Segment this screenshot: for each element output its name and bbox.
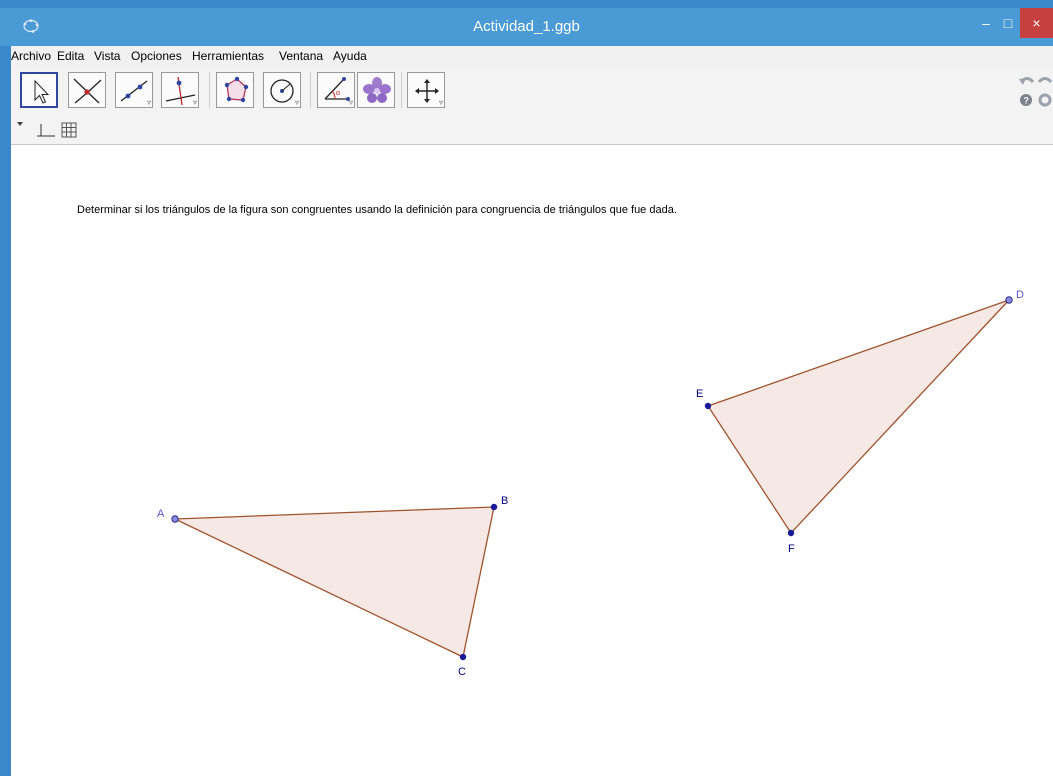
perpendicular-tool-button[interactable]: ▿ [161,72,199,108]
title-bar[interactable]: Actividad_1.ggb – □ × [0,8,1053,46]
svg-text:?: ? [1024,96,1030,106]
label-b: B [501,495,508,507]
triangle-def[interactable] [707,299,1010,535]
label-a: A [157,508,165,520]
label-e: E [696,388,703,400]
submenu-arrow-icon: ▿ [438,98,443,107]
reflect-tool-button[interactable] [357,72,395,108]
minimize-button[interactable]: – [975,8,997,38]
maximize-button[interactable]: □ [998,8,1018,38]
move-view-tool-button[interactable]: ▿ [407,72,445,108]
application-client: Archivo Edita Vista Opciones Herramienta… [11,46,1053,776]
intersect-point-icon [73,78,102,104]
menu-edita[interactable]: Edita [57,49,84,63]
circle-tool-button[interactable]: ▿ [263,72,301,108]
pointer-arrow-icon [34,79,50,104]
menu-archivo[interactable]: Archivo [11,49,51,63]
style-bar-icons [17,122,77,138]
style-bar [11,120,211,140]
show-axes-icon[interactable] [37,124,55,137]
label-f: F [788,543,795,555]
reflect-flower-icon [363,77,391,103]
undo-redo-help-group: ? [1019,77,1053,107]
submenu-arrow-icon: ▿ [192,98,197,107]
submenu-arrow-icon: ▿ [146,98,151,107]
point-a[interactable] [171,515,179,523]
point-b[interactable] [490,503,498,511]
style-bar-toggle-icon[interactable] [17,122,23,126]
polygon-icon [224,76,249,103]
toolbar-right-group: ? [1017,72,1053,112]
window-title: Actividad_1.ggb [473,18,580,35]
show-grid-icon[interactable] [61,122,77,138]
menu-ventana[interactable]: Ventana [279,49,323,63]
redo-icon[interactable] [1037,77,1053,84]
svg-text:α: α [336,90,340,97]
graphics-view[interactable]: Determinar si los triángulos de la figur… [11,145,1053,776]
angle-tool-button[interactable]: α ▿ [317,72,355,108]
menu-vista[interactable]: Vista [94,49,120,63]
point-f[interactable] [787,529,795,537]
label-c: C [458,666,466,678]
label-d: D [1016,289,1024,301]
line-tool-button[interactable]: ▿ [115,72,153,108]
undo-icon[interactable] [1019,77,1035,85]
toolbar: ▿ ▿ ▿ α ▿ ▿ ? [11,66,1053,145]
toolbar-separator [401,72,402,108]
move-tool-button[interactable] [20,72,58,108]
menu-herramientas[interactable]: Herramientas [192,49,264,63]
point-tool-button[interactable] [68,72,106,108]
help-icon[interactable]: ? [1020,94,1032,106]
close-button[interactable]: × [1020,8,1053,38]
triangle-abc[interactable] [174,506,495,658]
toolbar-separator [310,72,311,108]
settings-gear-icon[interactable] [1038,93,1052,107]
polygon-tool-button[interactable] [216,72,254,108]
geometry-drawing: A B C D E F [157,289,1024,678]
point-c[interactable] [459,653,467,661]
menu-opciones[interactable]: Opciones [131,49,182,63]
menu-bar: Archivo Edita Vista Opciones Herramienta… [11,46,1053,66]
menu-ayuda[interactable]: Ayuda [333,49,367,63]
point-e[interactable] [704,402,712,410]
submenu-arrow-icon: ▿ [348,98,353,107]
point-d[interactable] [1005,296,1013,304]
submenu-arrow-icon: ▿ [294,98,299,107]
toolbar-separator [209,72,210,108]
